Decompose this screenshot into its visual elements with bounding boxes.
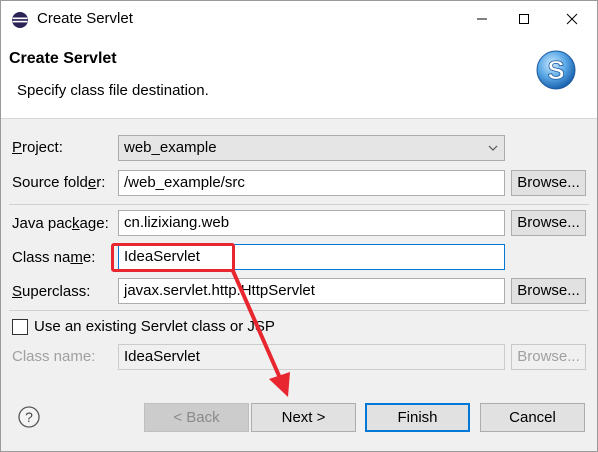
source-folder-label: Source folder:	[12, 174, 106, 191]
use-existing-label[interactable]: Use an existing Servlet class or JSP	[34, 318, 275, 335]
next-button[interactable]: Next >	[251, 403, 356, 432]
close-icon	[566, 13, 578, 25]
cancel-button[interactable]: Cancel	[480, 403, 585, 432]
use-existing-checkbox[interactable]	[12, 319, 28, 335]
wizard-banner: Create Servlet Specify class file destin…	[1, 37, 597, 119]
separator	[9, 310, 589, 311]
class-name-highlight	[111, 243, 235, 272]
superclass-label: Superclass:	[12, 283, 91, 300]
servlet-logo-icon: S	[536, 50, 576, 90]
existing-class-name-input[interactable]: IdeaServlet	[118, 344, 505, 370]
existing-class-browse-button[interactable]: Browse...	[511, 344, 586, 370]
existing-class-name-label: Class name:	[12, 348, 96, 365]
superclass-input[interactable]: javax.servlet.http.HttpServlet	[118, 278, 505, 304]
java-package-browse-button[interactable]: Browse...	[511, 210, 586, 236]
project-select[interactable]: web_example	[118, 135, 505, 161]
separator	[9, 204, 589, 205]
maximize-icon	[519, 14, 529, 24]
java-package-input[interactable]: cn.lizixiang.web	[118, 210, 505, 236]
eclipse-icon	[12, 12, 28, 28]
help-icon[interactable]: ?	[17, 405, 41, 429]
banner-title: Create Servlet	[9, 50, 117, 67]
superclass-browse-button[interactable]: Browse...	[511, 278, 586, 304]
title-bar: Create Servlet	[1, 1, 597, 37]
window-title: Create Servlet	[37, 10, 133, 27]
minimize-icon	[477, 18, 487, 20]
close-button[interactable]	[549, 1, 595, 37]
create-servlet-dialog: Create Servlet Create Servlet Specify cl…	[0, 0, 598, 452]
svg-text:?: ?	[25, 409, 33, 425]
source-folder-browse-button[interactable]: Browse...	[511, 170, 586, 196]
project-select-value: web_example	[124, 139, 217, 156]
project-label: Project:	[12, 139, 63, 156]
maximize-button[interactable]	[501, 1, 547, 37]
java-package-label: Java package:	[12, 215, 109, 232]
svg-text:S: S	[547, 55, 564, 85]
class-name-label: Class name:	[12, 249, 96, 266]
source-folder-input[interactable]: /web_example/src	[118, 170, 505, 196]
finish-button[interactable]: Finish	[365, 403, 470, 432]
chevron-down-icon	[488, 145, 498, 151]
minimize-button[interactable]	[459, 1, 505, 37]
banner-description: Specify class file destination.	[17, 82, 209, 99]
back-button[interactable]: < Back	[144, 403, 249, 432]
